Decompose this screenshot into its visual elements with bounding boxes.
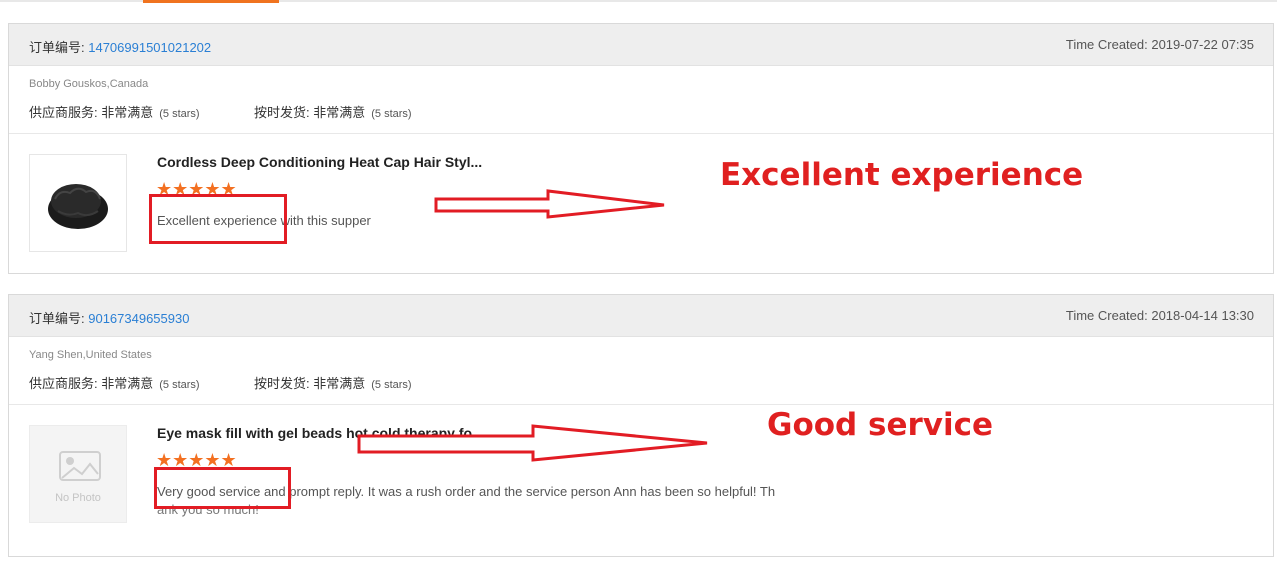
order-number-label: 订单编号: — [29, 40, 89, 55]
buyer-feedback-block: Bobby Gouskos,Canada 供应商服务: 非常满意 (5 stars… — [9, 66, 1273, 134]
image-placeholder-icon — [59, 451, 101, 481]
annotation-excellent-experience: Excellent experience — [720, 157, 1084, 193]
order-number-label: 订单编号: — [29, 311, 89, 326]
seller-ratings: 供应商服务: 非常满意 (5 stars) 按时发货: 非常满意 (5 stars) — [29, 102, 412, 121]
rating-on-time-shipping: 按时发货: 非常满意 (5 stars) — [254, 373, 412, 392]
annotation-good-service: Good service — [767, 407, 994, 443]
rating-supplier-service: 供应商服务: 非常满意 (5 stars) — [29, 376, 200, 391]
order-header: 订单编号: 90167349655930 Time Created: 2018-… — [9, 295, 1273, 337]
rating-label: 按时发货: 非常满意 — [254, 105, 366, 120]
order-number-link[interactable]: 14706991501021202 — [88, 40, 211, 55]
rating-stars-note: (5 stars) — [371, 379, 412, 391]
order-number-field: 订单编号: 14706991501021202 — [29, 37, 211, 56]
arrow-icon — [357, 424, 708, 462]
rating-stars-note: (5 stars) — [159, 379, 200, 391]
order-header: 订单编号: 14706991501021202 Time Created: 20… — [9, 24, 1273, 66]
order-number-link[interactable]: 90167349655930 — [88, 311, 189, 326]
active-tab-indicator — [143, 0, 279, 3]
rating-label: 按时发货: 非常满意 — [254, 376, 366, 391]
order-number-field: 订单编号: 90167349655930 — [29, 308, 189, 327]
buyer-name: Yang Shen,United States — [29, 349, 152, 361]
rating-label: 供应商服务: 非常满意 — [29, 105, 154, 120]
product-title-link[interactable]: Cordless Deep Conditioning Heat Cap Hair… — [157, 154, 482, 170]
rating-stars-note: (5 stars) — [371, 108, 412, 120]
product-thumbnail[interactable] — [29, 154, 127, 252]
heat-cap-image — [48, 184, 108, 229]
rating-label: 供应商服务: 非常满意 — [29, 376, 154, 391]
arrow-icon — [434, 189, 665, 219]
time-created: Time Created: 2018-04-14 13:30 — [1065, 308, 1254, 323]
buyer-name: Bobby Gouskos,Canada — [29, 78, 149, 90]
rating-stars-note: (5 stars) — [159, 108, 200, 120]
rating-supplier-service: 供应商服务: 非常满意 (5 stars) — [29, 105, 200, 120]
rating-on-time-shipping: 按时发货: 非常满意 (5 stars) — [254, 102, 412, 121]
highlight-box — [149, 194, 287, 244]
buyer-feedback-block: Yang Shen,United States 供应商服务: 非常满意 (5 st… — [9, 337, 1273, 405]
seller-ratings: 供应商服务: 非常满意 (5 stars) 按时发货: 非常满意 (5 stars) — [29, 373, 412, 392]
highlight-box — [154, 467, 291, 509]
no-photo-label: No Photo — [55, 492, 101, 504]
product-thumbnail[interactable]: No Photo — [29, 425, 127, 523]
time-created: Time Created: 2019-07-22 07:35 — [1065, 37, 1254, 52]
